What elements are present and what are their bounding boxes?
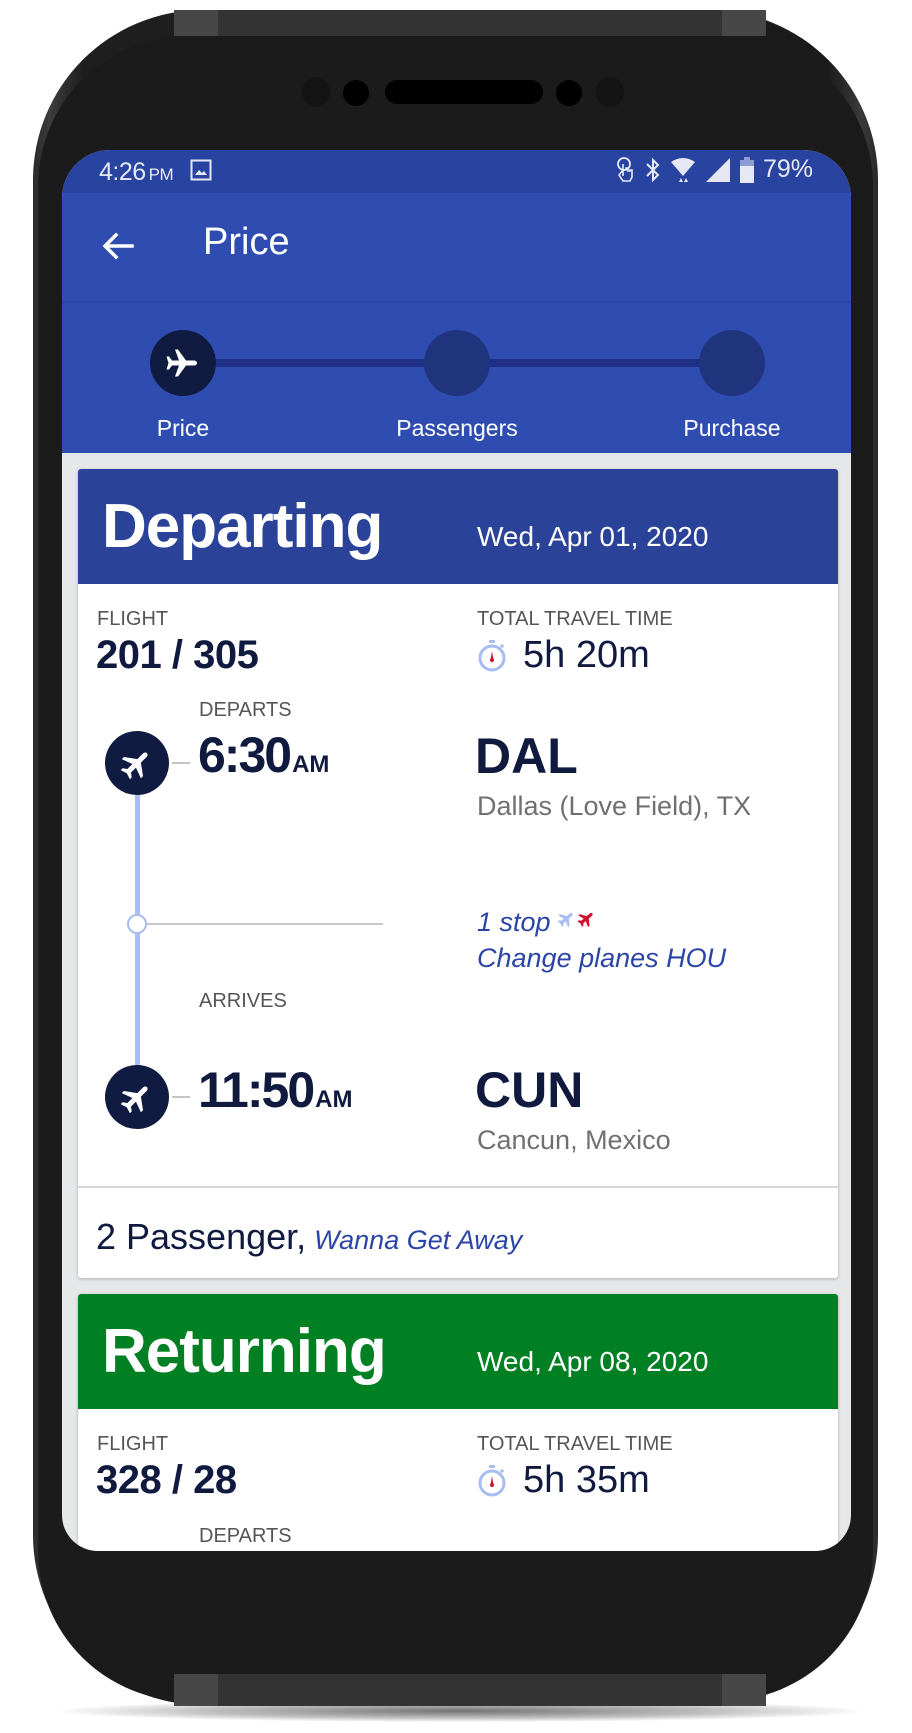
- airplane-takeoff-icon: [120, 752, 148, 780]
- signal-icon: [705, 157, 730, 182]
- stopwatch-icon: [478, 1465, 506, 1497]
- camera-icon: [343, 80, 369, 106]
- travel-time-value: 5h 35m: [523, 1459, 650, 1501]
- phone-top-edge: [174, 10, 766, 36]
- returning-title: Returning: [102, 1317, 387, 1386]
- arrive-time-ampm: AM: [315, 1086, 353, 1113]
- departing-date: Wed, Apr 01, 2020: [477, 521, 709, 552]
- step-purchase-dot[interactable]: [699, 330, 765, 396]
- travel-time-value: 5h 20m: [523, 634, 650, 676]
- touch-icon: [617, 156, 633, 182]
- card-divider: [78, 1186, 838, 1188]
- clock-ampm: PM: [148, 165, 174, 184]
- airplane-icon: [166, 349, 197, 377]
- phone-bottom-edge: [174, 1674, 766, 1706]
- status-time: 4:26 PM: [99, 158, 174, 187]
- battery-percent: 79%: [762, 155, 813, 183]
- arrives-label: ARRIVES: [199, 990, 287, 1012]
- sensor-icon: [596, 77, 624, 107]
- back-button[interactable]: [98, 226, 138, 266]
- flight-numbers: 201 / 305: [96, 633, 259, 677]
- departure-dash: [172, 762, 190, 764]
- travel-time-label: TOTAL TRAVEL TIME: [477, 1433, 673, 1455]
- progress-stepper: Price Passengers Purchase: [62, 303, 851, 453]
- image-icon: [190, 159, 212, 181]
- origin-city: Dallas (Love Field), TX: [477, 791, 752, 821]
- departure-node: [105, 731, 169, 795]
- arrive-time-value: 11:50: [198, 1062, 315, 1118]
- stops-count[interactable]: 1 stop: [477, 907, 598, 938]
- departing-title: Departing: [102, 492, 383, 561]
- returning-header: Returning Wed, Apr 08, 2020: [78, 1294, 838, 1409]
- passenger-summary[interactable]: 2 Passenger, Wanna Get Away: [96, 1216, 522, 1258]
- stopwatch-icon: [478, 640, 506, 672]
- step-price-label[interactable]: Price: [83, 415, 283, 442]
- step-purchase-label[interactable]: Purchase: [632, 415, 832, 442]
- stop-connector: [147, 923, 383, 925]
- change-planes[interactable]: Change planes HOU: [477, 943, 726, 974]
- app-toolbar: Price: [62, 193, 851, 303]
- step-passengers-label[interactable]: Passengers: [357, 415, 557, 442]
- app-screen: 4:26 PM 79% Price Price Passengers Purch…: [62, 150, 851, 1551]
- sensor-icon: [302, 77, 330, 107]
- wifi-icon: [670, 157, 695, 182]
- departing-header: Departing Wed, Apr 01, 2020: [78, 469, 838, 584]
- airplane-landing-icon: [120, 1086, 148, 1114]
- passenger-count: 2 Passenger,: [96, 1216, 307, 1257]
- arrival-dash: [172, 1096, 190, 1098]
- stops-text: 1 stop: [477, 907, 551, 937]
- origin-code: DAL: [475, 728, 578, 784]
- status-icons: 79%: [616, 155, 813, 184]
- departing-card: Departing Wed, Apr 01, 2020 FLIGHT 201 /…: [78, 469, 838, 1278]
- flight-label: FLIGHT: [97, 608, 169, 630]
- connection-planes-icon: [557, 913, 593, 928]
- arrive-time: 11:50AM: [198, 1061, 352, 1119]
- depart-time-ampm: AM: [292, 751, 330, 778]
- arrival-node: [105, 1065, 169, 1129]
- stop-node: [127, 914, 147, 934]
- travel-time-label: TOTAL TRAVEL TIME: [477, 608, 673, 630]
- departs-label: DEPARTS: [199, 1525, 292, 1547]
- camera-icon: [556, 80, 582, 106]
- fare-type-link[interactable]: Wanna Get Away: [314, 1225, 522, 1255]
- flight-numbers: 328 / 28: [96, 1458, 237, 1502]
- flight-label: FLIGHT: [97, 1433, 169, 1455]
- bluetooth-icon: [646, 157, 660, 182]
- dest-code: CUN: [475, 1062, 584, 1118]
- page-title: Price: [203, 221, 290, 263]
- depart-time-value: 6:30: [198, 727, 292, 783]
- battery-icon: [739, 156, 754, 183]
- status-bar: 4:26 PM 79%: [62, 150, 851, 193]
- earpiece-speaker: [385, 80, 543, 104]
- departs-label: DEPARTS: [199, 699, 292, 721]
- returning-date: Wed, Apr 08, 2020: [477, 1346, 709, 1377]
- depart-time: 6:30AM: [198, 726, 329, 784]
- route-timeline: [135, 769, 140, 1099]
- dest-city: Cancun, Mexico: [477, 1125, 671, 1155]
- clock-time: 4:26: [99, 158, 146, 186]
- step-passengers-dot[interactable]: [424, 330, 490, 396]
- step-price-dot[interactable]: [150, 330, 216, 396]
- returning-card: Returning Wed, Apr 08, 2020 FLIGHT 328 /…: [78, 1294, 838, 1551]
